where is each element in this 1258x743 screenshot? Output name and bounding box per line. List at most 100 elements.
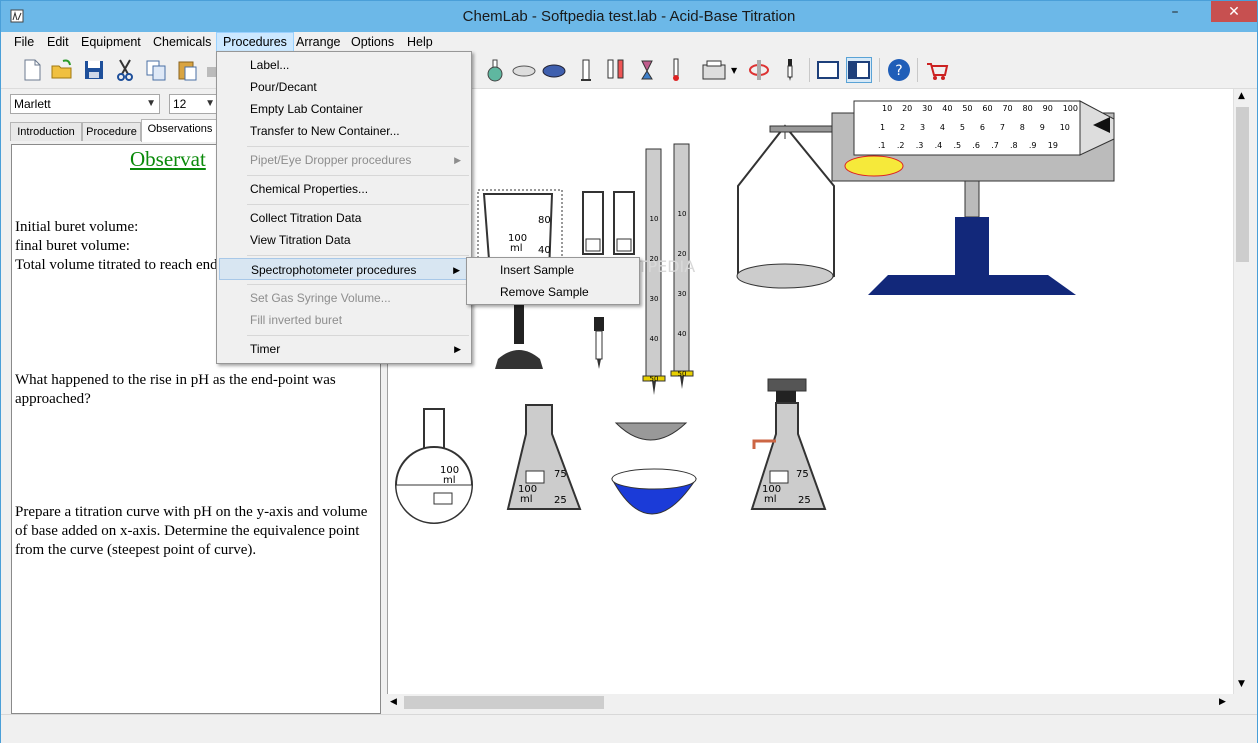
tab-procedure[interactable]: Procedure	[82, 122, 141, 141]
scale-tick: 40	[942, 104, 953, 113]
menu-item-view-titration[interactable]: View Titration Data	[219, 229, 469, 251]
scale-tick: 70	[1002, 104, 1013, 113]
menu-item-timer[interactable]: Timer ▶	[219, 338, 469, 360]
tab-observations[interactable]: Observations	[141, 119, 219, 142]
menu-procedures[interactable]: Procedures	[216, 32, 294, 52]
new-file-icon[interactable]	[19, 57, 45, 83]
menu-item-insert-sample[interactable]: Insert Sample	[469, 259, 637, 281]
buret-tick: 40	[677, 330, 687, 338]
rotate-icon[interactable]	[746, 57, 772, 83]
buret-1-scale: 10 20 30 40 50	[647, 199, 661, 399]
tab-introduction[interactable]: Introduction	[10, 122, 82, 141]
burner-base	[495, 350, 543, 369]
thermometer-icon[interactable]	[663, 57, 689, 83]
menu-item-collect-titration[interactable]: Collect Titration Data	[219, 207, 469, 229]
balance-scale-mid: 1 2 3 4 5 6 7 8 9 10	[880, 123, 1070, 132]
menu-item-fill-buret[interactable]: Fill inverted buret	[219, 309, 469, 331]
question-ph-line1: What happened to the rise in pH as the e…	[15, 372, 336, 388]
balance-base	[868, 275, 1076, 295]
round-flask-label	[433, 492, 453, 505]
menu-item-empty-container[interactable]: Empty Lab Container	[219, 98, 469, 120]
svg-text:?: ?	[895, 63, 902, 79]
lab-bench-canvas[interactable]: SOFTPEDIA 80 100 ml 40 100 ml 75 100 ml …	[387, 89, 1234, 694]
menu-item-gas-syringe[interactable]: Set Gas Syringe Volume...	[219, 287, 469, 309]
lab-equipment-drawing: SOFTPEDIA	[395, 100, 1115, 524]
title-bar[interactable]: ChemLab - Softpedia test.lab - Acid-Base…	[1, 1, 1257, 32]
menu-item-pour-decant[interactable]: Pour/Decant	[219, 76, 469, 98]
menu-edit[interactable]: Edit	[41, 33, 75, 51]
balance-stand	[955, 217, 989, 275]
menu-item-spectrophotometer[interactable]: Spectrophotometer procedures ▶	[219, 258, 469, 280]
scale-tick: 80	[1022, 104, 1033, 113]
scroll-right-icon[interactable]: ▶	[1219, 697, 1226, 707]
balance-dropdown-icon[interactable]: ▼	[731, 66, 737, 75]
buret-tick: 30	[677, 290, 687, 298]
font-size-select[interactable]: 12 ▼	[169, 94, 219, 114]
erlenmeyer-1-label	[525, 470, 545, 484]
scale-tick: 10	[882, 104, 893, 113]
menu-chemicals[interactable]: Chemicals	[147, 33, 217, 51]
buret-2-scale: 10 20 30 40 50	[675, 194, 689, 394]
font-name-select[interactable]: Marlett ▼	[10, 94, 160, 114]
test-tubes-icon[interactable]	[603, 57, 629, 83]
help-icon[interactable]: ?	[886, 57, 912, 83]
open-folder-icon[interactable]	[49, 57, 75, 83]
menu-item-transfer[interactable]: Transfer to New Container...	[219, 120, 469, 142]
save-icon[interactable]	[81, 57, 107, 83]
menu-separator	[247, 255, 469, 256]
scale-tick: 3	[919, 123, 926, 132]
menu-item-chemical-properties[interactable]: Chemical Properties...	[219, 178, 469, 200]
menu-item-spectro-label: Spectrophotometer procedures	[251, 263, 417, 277]
scale-tick: 5	[959, 123, 965, 132]
menu-file[interactable]: File	[8, 33, 40, 51]
menu-item-label[interactable]: Label...	[219, 54, 469, 76]
scale-tick: 20	[902, 104, 913, 113]
cut-icon[interactable]	[112, 57, 138, 83]
graduated-cylinder-icon[interactable]	[573, 57, 599, 83]
paste-icon[interactable]	[174, 57, 200, 83]
scale-tick: .4	[934, 141, 943, 150]
menu-help[interactable]: Help	[401, 33, 439, 51]
menu-arrange[interactable]: Arrange	[290, 33, 346, 51]
single-pane-view-icon[interactable]	[815, 57, 841, 83]
dropper-tube	[595, 330, 603, 360]
test-tube-liquid	[616, 238, 632, 252]
crucible-icon[interactable]	[541, 57, 567, 83]
balance-icon[interactable]	[701, 57, 727, 83]
flask-stand-icon[interactable]	[634, 57, 660, 83]
dropper-icon[interactable]	[777, 57, 803, 83]
horizontal-scrollbar[interactable]: ◀ ▶	[387, 694, 1233, 711]
scale-tick: 4	[939, 123, 945, 132]
vertical-scroll-thumb[interactable]	[1236, 107, 1249, 262]
submenu-arrow-icon: ▶	[454, 344, 461, 354]
scale-tick: 100	[1062, 104, 1078, 113]
scale-tick: .1	[878, 141, 886, 150]
menu-item-remove-sample[interactable]: Remove Sample	[469, 281, 637, 303]
scroll-down-icon[interactable]: ▼	[1238, 679, 1245, 689]
buret-tick: 10	[649, 215, 659, 223]
horizontal-scroll-thumb[interactable]	[404, 696, 604, 709]
submenu-arrow-icon: ▶	[454, 155, 461, 165]
cart-icon[interactable]	[924, 57, 950, 83]
status-bar	[1, 714, 1257, 743]
vertical-scrollbar[interactable]: ▲ ▼	[1233, 89, 1251, 694]
scale-tick: 2	[899, 123, 906, 132]
evaporating-dish-icon[interactable]	[511, 57, 537, 83]
scroll-left-icon[interactable]: ◀	[390, 697, 397, 707]
minimize-button[interactable]: –	[1161, 1, 1189, 23]
split-view-icon[interactable]	[846, 57, 872, 83]
total-volume-label: Total volume titrated to reach end	[15, 257, 218, 273]
spectrophotometer-submenu: Insert Sample Remove Sample	[466, 257, 640, 305]
menu-options[interactable]: Options	[345, 33, 400, 51]
buret-tick: 10	[677, 210, 687, 218]
scroll-up-icon[interactable]: ▲	[1238, 91, 1245, 101]
copy-icon[interactable]	[143, 57, 169, 83]
close-button[interactable]: ✕	[1211, 1, 1257, 22]
beaker-mark-40: 40	[538, 245, 551, 256]
round-flask-icon[interactable]	[482, 57, 508, 83]
menu-item-pipet-procedures[interactable]: Pipet/Eye Dropper procedures ▶	[219, 149, 469, 171]
menu-separator	[247, 204, 469, 205]
toolbar-separator	[809, 58, 810, 82]
menu-equipment[interactable]: Equipment	[75, 33, 147, 51]
beaker-mark-80: 80	[538, 215, 551, 226]
